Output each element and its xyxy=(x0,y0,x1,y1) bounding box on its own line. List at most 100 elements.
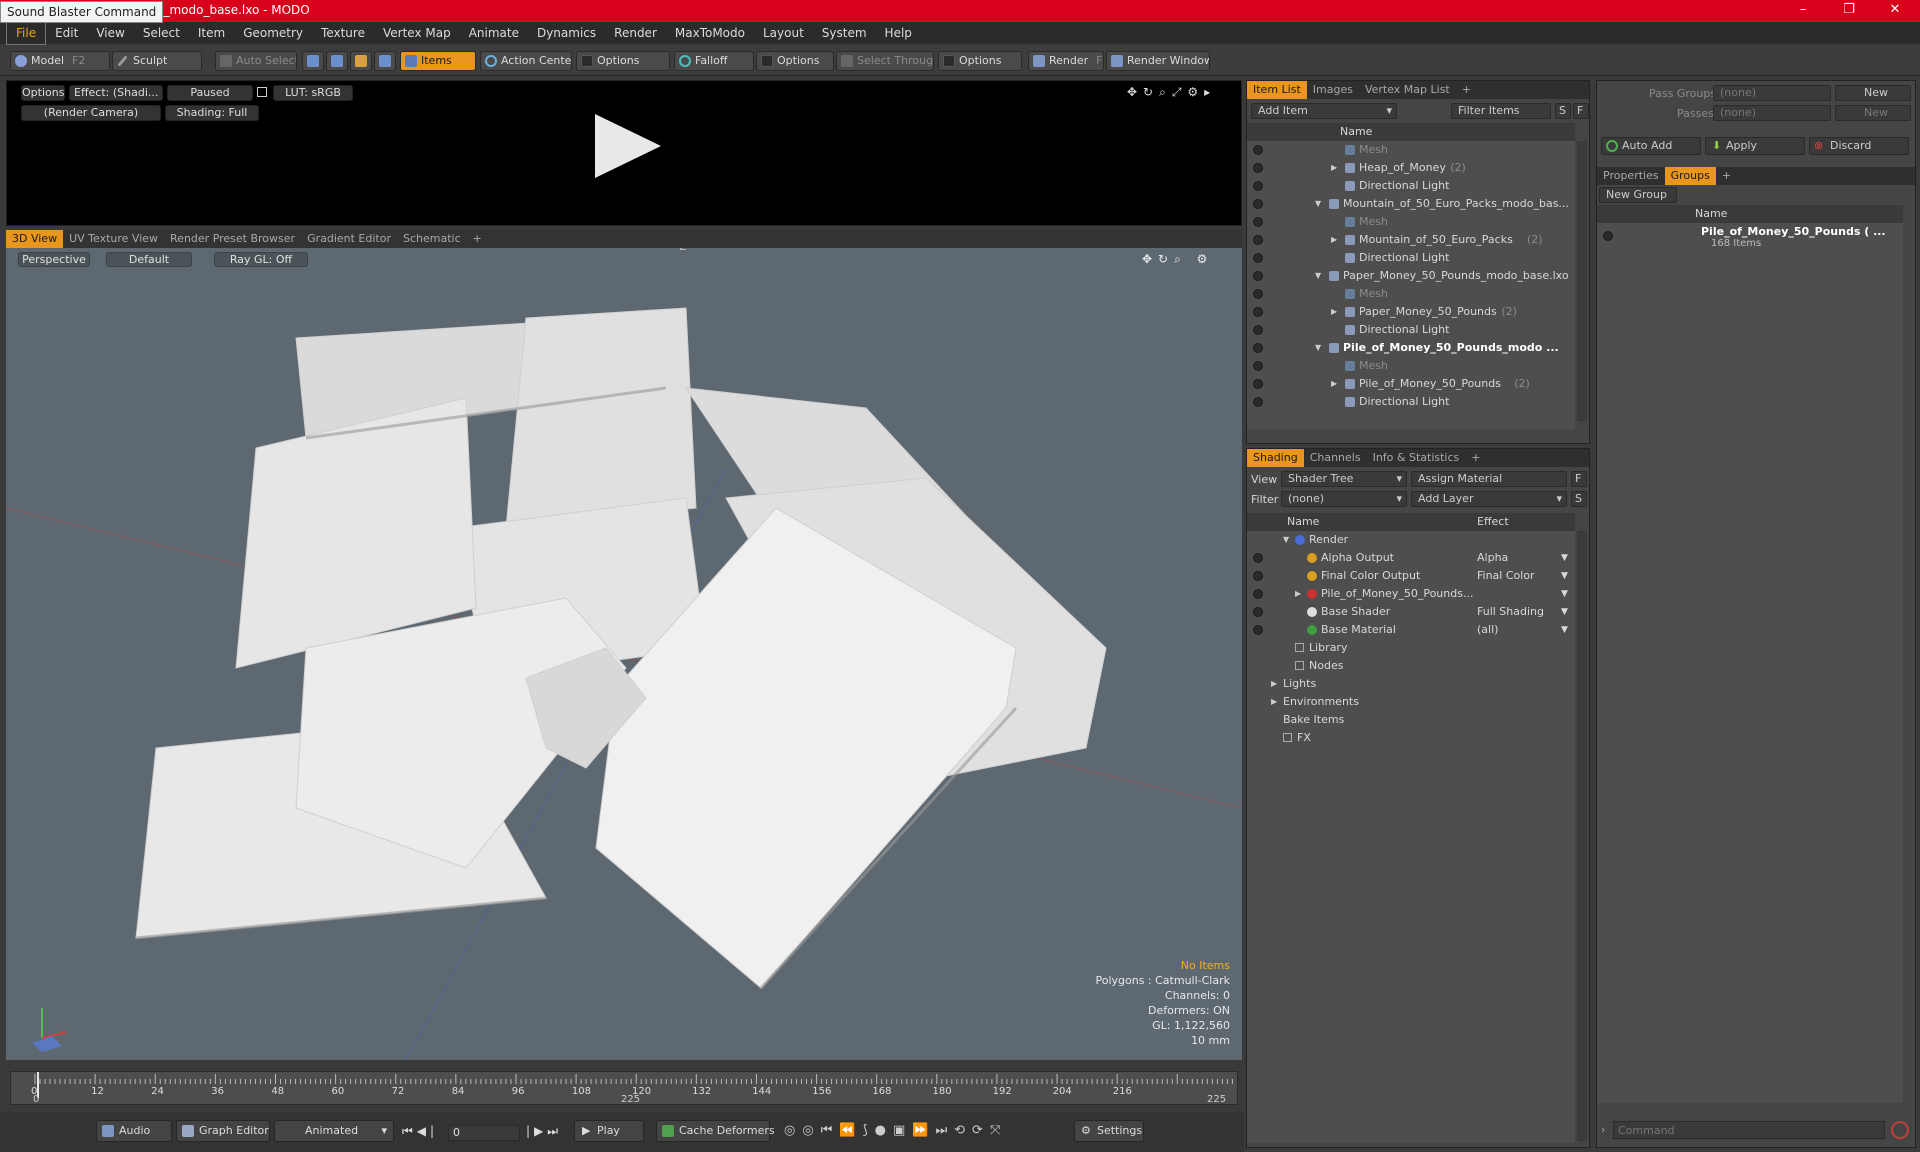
tab-properties[interactable]: Properties xyxy=(1597,167,1665,185)
shading-f-toggle[interactable]: F xyxy=(1571,471,1587,487)
passes-dropdown[interactable]: (none) xyxy=(1713,105,1831,121)
eye-icon[interactable] xyxy=(1253,163,1263,173)
eye-icon[interactable] xyxy=(1253,589,1263,599)
graph-editor-button[interactable]: Graph Editor xyxy=(176,1120,270,1142)
filter-dropdown[interactable]: (none) ▾ xyxy=(1281,491,1407,507)
eye-icon[interactable] xyxy=(1253,289,1263,299)
render-button[interactable]: RenderF9 xyxy=(1028,51,1104,71)
chevron-down-icon[interactable]: ▼ xyxy=(1283,531,1289,549)
vertices-mode-button[interactable] xyxy=(302,51,324,71)
lock-icon[interactable] xyxy=(257,87,267,97)
search-toggle[interactable]: S xyxy=(1555,103,1571,119)
eye-icon[interactable] xyxy=(1253,199,1263,209)
skip-end-icons[interactable]: |▶⏭ xyxy=(526,1124,562,1139)
chevron-down-icon[interactable]: ▼ xyxy=(1561,567,1568,585)
eye-icon[interactable] xyxy=(1253,571,1263,581)
menu-layout[interactable]: Layout xyxy=(754,22,813,44)
raygl-dropdown[interactable]: Ray GL: Off xyxy=(214,252,308,267)
new-pass-button[interactable]: New xyxy=(1835,105,1911,121)
tab-[interactable]: + xyxy=(1456,81,1477,99)
action-center-button[interactable]: Action Center xyxy=(480,51,572,71)
preview-options-button[interactable]: Options xyxy=(21,85,65,101)
eye-icon[interactable] xyxy=(1253,625,1263,635)
item-row[interactable]: Directional Light xyxy=(1247,393,1575,411)
lut-dropdown[interactable]: LUT: sRGB xyxy=(273,85,353,101)
items-mode-button[interactable]: Items xyxy=(400,51,476,71)
key-tool-icons[interactable]: ◎◎⏮⏪⟆●▣⏩⏭⟲⟳⤧ xyxy=(784,1123,1007,1138)
eye-icon[interactable] xyxy=(1253,271,1263,281)
auto-select-button[interactable]: Auto Select xyxy=(215,51,297,71)
item-row[interactable]: Directional Light xyxy=(1247,321,1575,339)
tab-info-statistics[interactable]: Info & Statistics xyxy=(1367,449,1466,467)
shader-row[interactable]: Base Material (all) ▼ xyxy=(1247,621,1575,639)
item-row[interactable]: Directional Light xyxy=(1247,249,1575,267)
command-input[interactable] xyxy=(1613,1121,1885,1139)
tab-shading[interactable]: Shading xyxy=(1247,449,1304,467)
chevron-right-icon[interactable]: ▶ xyxy=(1295,585,1301,603)
menu-maxtomodo[interactable]: MaxToModo xyxy=(666,22,754,44)
camera-dropdown[interactable]: (Render Camera) xyxy=(21,105,161,121)
eye-icon[interactable] xyxy=(1253,607,1263,617)
select-through-options-button[interactable]: Options xyxy=(938,51,1022,71)
new-group-button[interactable]: New Group xyxy=(1599,187,1677,203)
effect-value[interactable]: Final Color xyxy=(1477,567,1535,585)
sculpt-mode-button[interactable]: Sculpt xyxy=(112,51,202,71)
cache-deformers-button[interactable]: Cache Deformers xyxy=(656,1120,775,1142)
eye-icon[interactable] xyxy=(1253,397,1263,407)
filter-items-field[interactable]: Filter Items xyxy=(1451,103,1551,119)
shading-scrollbar[interactable] xyxy=(1577,531,1587,1141)
menu-system[interactable]: System xyxy=(813,22,876,44)
eye-icon[interactable] xyxy=(1603,231,1613,241)
tab-gradient-editor[interactable]: Gradient Editor xyxy=(301,230,397,248)
pass-groups-dropdown[interactable]: (none) xyxy=(1713,85,1831,101)
chevron-down-icon[interactable]: ▼ xyxy=(1315,195,1321,213)
chevron-right-icon[interactable]: ▶ xyxy=(1331,231,1337,249)
menu-animate[interactable]: Animate xyxy=(460,22,528,44)
eye-icon[interactable] xyxy=(1253,253,1263,263)
timeline-ruler[interactable]: 0 12 24 36 48 60 72 84 96 108 120 132 144 156 168 180 19… xyxy=(10,1071,1238,1105)
eye-icon[interactable] xyxy=(1253,145,1263,155)
menu-help[interactable]: Help xyxy=(876,22,921,44)
tab-[interactable]: + xyxy=(1465,449,1486,467)
tab-vertex-map-list[interactable]: Vertex Map List xyxy=(1359,81,1456,99)
edges-mode-button[interactable] xyxy=(326,51,348,71)
menu-render[interactable]: Render xyxy=(605,22,666,44)
item-row[interactable]: Mesh xyxy=(1247,141,1575,159)
chevron-right-icon[interactable]: ▶ xyxy=(1331,375,1337,393)
shading-dropdown[interactable]: Shading: Full xyxy=(165,105,259,121)
chevron-down-icon[interactable]: ▼ xyxy=(1315,339,1321,357)
auto-add-button[interactable]: Auto Add xyxy=(1601,137,1701,155)
materials-mode-button[interactable] xyxy=(374,51,396,71)
eye-icon[interactable] xyxy=(1253,217,1263,227)
tab-channels[interactable]: Channels xyxy=(1304,449,1367,467)
apply-button[interactable]: ⬇ Apply xyxy=(1705,137,1805,155)
model-mode-button[interactable]: Model F2 xyxy=(10,51,110,71)
item-row[interactable]: ▶ Paper_Money_50_Pounds (2) xyxy=(1247,303,1575,321)
shader-row[interactable]: FX xyxy=(1247,729,1575,747)
eye-icon[interactable] xyxy=(1253,181,1263,191)
animated-dropdown[interactable]: Animated ▾ xyxy=(274,1120,394,1142)
item-row[interactable]: ▼ Mountain_of_50_Euro_Packs_modo_bas... xyxy=(1247,195,1575,213)
render-window-button[interactable]: Render Window xyxy=(1106,51,1210,71)
shader-row[interactable]: Final Color Output Final Color ▼ xyxy=(1247,567,1575,585)
menu-vertex-map[interactable]: Vertex Map xyxy=(374,22,460,44)
menu-edit[interactable]: Edit xyxy=(46,22,87,44)
falloff-button[interactable]: Falloff xyxy=(674,51,754,71)
tab-3d-view[interactable]: 3D View xyxy=(6,230,64,248)
tab-schematic[interactable]: Schematic xyxy=(397,230,467,248)
eye-icon[interactable] xyxy=(1253,235,1263,245)
eye-icon[interactable] xyxy=(1253,325,1263,335)
maximize-button[interactable]: ❐ xyxy=(1826,0,1872,22)
viewport-nav-icons[interactable]: ✥↻⌕ ⚙ xyxy=(1142,252,1213,267)
assign-material-button[interactable]: Assign Material xyxy=(1411,471,1567,487)
select-through-button[interactable]: Select Through xyxy=(836,51,934,71)
item-row[interactable]: ▶ Pile_of_Money_50_Pounds (2) xyxy=(1247,375,1575,393)
record-icon[interactable] xyxy=(1891,1121,1909,1139)
item-list-scrollbar[interactable] xyxy=(1577,141,1587,421)
menu-item[interactable]: Item xyxy=(189,22,234,44)
tab-groups[interactable]: Groups xyxy=(1664,167,1716,185)
preview-nav-icons[interactable]: ✥↻⌕⤢⚙▸ xyxy=(1127,85,1216,100)
chevron-down-icon[interactable]: ▼ xyxy=(1561,549,1568,567)
item-row[interactable]: ▼ Pile_of_Money_50_Pounds_modo ... xyxy=(1247,339,1575,357)
group-row[interactable]: Pile_of_Money_50_Pounds ( ... 168 Items xyxy=(1597,223,1903,253)
